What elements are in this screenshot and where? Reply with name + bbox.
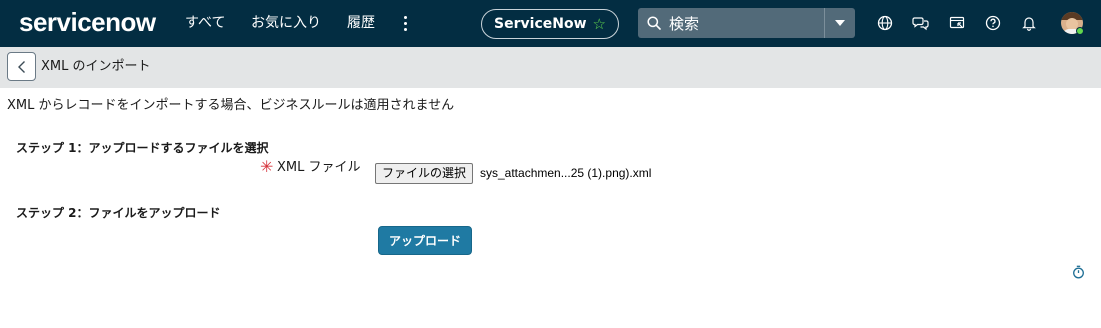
more-vertical-icon[interactable] [400,12,412,34]
star-icon[interactable]: ☆ [593,15,606,33]
info-notice: XML からレコードをインポートする場合、ビジネスルールは適用されません [7,98,455,113]
step-1-heading: ステップ 1：アップロードするファイルを選択 [16,141,269,155]
chevron-left-icon [17,60,25,73]
screen-icon[interactable] [948,14,966,32]
upload-button[interactable]: アップロード [378,226,472,255]
form-header-bar: XML のインポート [0,47,1101,88]
nav-favorites[interactable]: お気に入り [251,13,321,33]
app-scope-label: ServiceNow [494,16,587,32]
choose-file-button[interactable]: ファイルの選択 [375,163,474,184]
xml-file-label: XML ファイル [277,160,361,175]
globe-icon[interactable] [876,14,894,32]
required-indicator: ✳ [260,157,274,176]
stopwatch-icon[interactable] [1072,265,1085,279]
step-2-heading: ステップ 2：ファイルをアップロード [16,206,221,220]
search-scope-dropdown[interactable] [824,8,855,38]
servicenow-logo[interactable]: servicenow [19,9,156,35]
search-input[interactable]: 検索 [669,13,699,34]
global-search[interactable]: 検索 [638,8,855,38]
nav-history[interactable]: 履歴 [347,13,375,33]
page-title: XML のインポート [41,59,151,74]
help-icon[interactable] [984,14,1002,32]
selected-file-name: sys_attachmen...25 (1).png).xml [480,166,652,180]
app-scope-pill[interactable]: ServiceNow ☆ [481,9,619,39]
top-navigation: servicenow すべて お気に入り 履歴 ServiceNow ☆ 検索 [0,0,1101,47]
chat-icon[interactable] [912,14,930,32]
bell-icon[interactable] [1020,14,1038,32]
nav-all[interactable]: すべて [185,13,225,33]
search-icon [647,16,661,30]
back-button[interactable] [7,52,36,81]
online-status-indicator [1076,27,1084,35]
caret-down-icon [835,20,845,26]
